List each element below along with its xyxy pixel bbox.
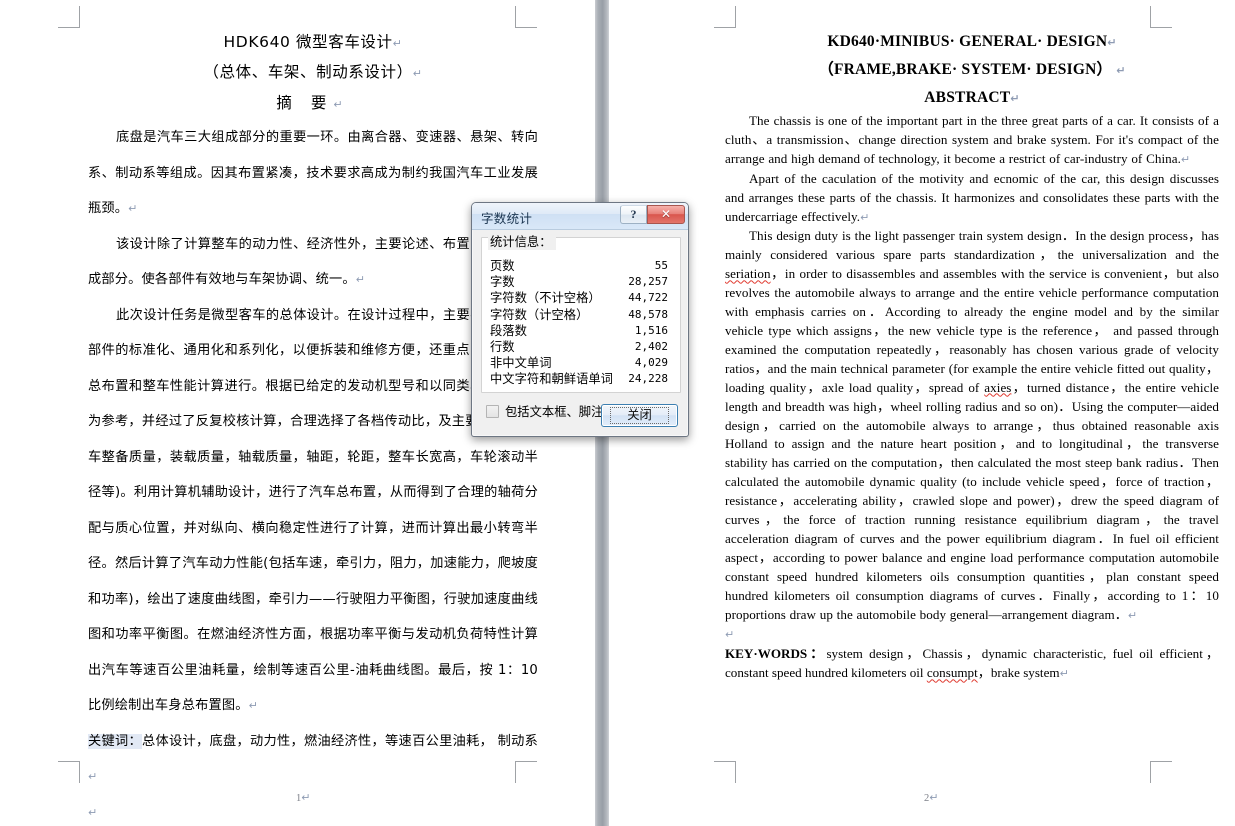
pilcrow-mark: ↵ xyxy=(1010,92,1020,105)
crop-mark-bottom-right xyxy=(1150,761,1172,783)
page1-abstract-heading: 摘 要↵ xyxy=(276,94,350,112)
stat-label: 字符数（计空格） xyxy=(490,307,589,322)
stat-label: 字符数（不计空格） xyxy=(490,291,601,306)
stat-value: 2,402 xyxy=(634,340,668,354)
page2-empty-paragraph: ↵ xyxy=(725,625,1219,645)
pilcrow-mark: ↵ xyxy=(860,210,870,224)
page2-title-line1: KD640·MINIBUS· GENERAL· DESIGN↵ xyxy=(827,33,1117,50)
stat-row-pages: 页数 55 xyxy=(490,258,674,274)
page1-page-number: 1↵ xyxy=(296,791,311,804)
close-button-label: 关闭 xyxy=(610,407,669,424)
page2-title-line2: （FRAME,BRAKE· SYSTEM· DESIGN） ↵ xyxy=(818,61,1126,78)
stat-row-lines: 行数 2,402 xyxy=(490,339,674,355)
help-icon[interactable]: ? xyxy=(620,205,647,224)
stat-label: 字数 xyxy=(490,275,515,290)
crop-mark-bottom-left xyxy=(58,761,80,783)
page2-keywords-label: KEY·WORDS： xyxy=(725,646,827,662)
pilcrow-mark: ↵ xyxy=(128,202,138,215)
stat-value: 4,029 xyxy=(634,356,668,370)
document-page-2[interactable]: KD640·MINIBUS· GENERAL· DESIGN↵ （FRAME,B… xyxy=(709,0,1235,826)
pilcrow-mark: ↵ xyxy=(1116,64,1126,77)
page2-paragraph-2: Apart of the caculation of the motivity … xyxy=(725,170,1219,224)
misspelled-word-axies: axies xyxy=(984,379,1012,395)
page2-keywords: KEY·WORDS：system design，Chassis，dynamic … xyxy=(725,646,1219,681)
stat-label: 非中文单词 xyxy=(490,356,552,371)
checkbox-box-icon[interactable] xyxy=(486,404,499,418)
dialog-title: 字数统计 xyxy=(481,211,533,226)
stat-row-paragraphs: 段落数 1,516 xyxy=(490,323,674,339)
crop-mark-top-left xyxy=(714,6,736,28)
stat-value: 48,578 xyxy=(628,307,668,321)
pilcrow-mark: ↵ xyxy=(248,699,259,712)
pilcrow-mark: ↵ xyxy=(392,37,403,50)
pilcrow-mark: ↵ xyxy=(355,273,366,286)
stat-label: 段落数 xyxy=(490,323,527,338)
stat-row-chars-with-spaces: 字符数（计空格） 48,578 xyxy=(490,307,674,323)
dialog-title-bar[interactable]: 字数统计 ? ✕ xyxy=(472,203,688,230)
page2-abstract-heading: ABSTRACT↵ xyxy=(924,89,1020,106)
crop-mark-top-left xyxy=(58,6,80,28)
stat-label: 中文字符和朝鲜语单词 xyxy=(490,372,613,387)
stat-value: 28,257 xyxy=(628,275,668,289)
stat-label: 页数 xyxy=(490,259,515,273)
stat-row-words: 字数 28,257 xyxy=(490,274,674,290)
stat-value: 1,516 xyxy=(634,323,668,337)
page2-paragraph-3: This design duty is the light passenger … xyxy=(725,228,1219,622)
crop-mark-top-right xyxy=(515,6,537,28)
page2-page-number: 2↵ xyxy=(924,791,939,804)
pilcrow-mark: ↵ xyxy=(412,67,423,80)
pilcrow-mark: ↵ xyxy=(1107,36,1117,49)
pilcrow-mark: ↵ xyxy=(88,770,98,783)
stat-row-chinese-korean: 中文字符和朝鲜语单词 24,228 xyxy=(490,371,674,387)
pilcrow-mark: ↵ xyxy=(1180,152,1191,166)
crop-mark-bottom-left xyxy=(714,761,736,783)
stat-row-non-chinese-words: 非中文单词 4,029 xyxy=(490,355,674,371)
statistics-group-label: 统计信息： xyxy=(488,232,556,250)
page2-paragraph-1: The chassis is one of the important part… xyxy=(725,113,1219,166)
close-icon[interactable]: ✕ xyxy=(647,205,685,224)
page2-text-body[interactable]: KD640·MINIBUS· GENERAL· DESIGN↵ （FRAME,B… xyxy=(725,28,1219,684)
misspelled-word-consumpt: consumpt xyxy=(926,665,978,681)
stat-value: 44,722 xyxy=(628,291,668,305)
stat-value: 24,228 xyxy=(628,372,668,386)
stat-label: 行数 xyxy=(490,340,515,355)
pilcrow-mark: ↵ xyxy=(333,98,350,111)
word-count-dialog[interactable]: 字数统计 ? ✕ 统计信息： 页数 55 字数 28,257 字符数（不计空格）… xyxy=(471,202,689,437)
crop-mark-top-right xyxy=(1150,6,1172,28)
statistics-list: 页数 55 字数 28,257 字符数（不计空格） 44,722 字符数（计空格… xyxy=(490,258,674,388)
pilcrow-mark: ↵ xyxy=(88,805,98,819)
close-button[interactable]: 关闭 xyxy=(601,404,678,427)
pilcrow-mark: ↵ xyxy=(1059,667,1069,681)
page1-title-line2: （总体、车架、制动系设计）↵ xyxy=(203,63,423,81)
pilcrow-mark: ↵ xyxy=(1127,608,1138,622)
pilcrow-mark: ↵ xyxy=(929,791,939,804)
word-document-view: HDK640 微型客车设计↵ （总体、车架、制动系设计）↵ 摘 要↵ 底盘是汽车… xyxy=(0,0,1235,826)
page1-empty-paragraph: ↵ xyxy=(88,795,538,826)
misspelled-word-seriation: seriation xyxy=(725,266,771,282)
page1-title-line1: HDK640 微型客车设计↵ xyxy=(223,33,403,51)
pilcrow-mark: ↵ xyxy=(725,628,735,642)
stat-row-chars-no-spaces: 字符数（不计空格） 44,722 xyxy=(490,290,674,306)
stat-value: 55 xyxy=(654,259,668,272)
page1-keywords: 关键词：总体设计，底盘，动力性，燃油经济性，等速百公里油耗， 制动系↵ xyxy=(88,733,538,783)
pilcrow-mark: ↵ xyxy=(301,791,311,804)
